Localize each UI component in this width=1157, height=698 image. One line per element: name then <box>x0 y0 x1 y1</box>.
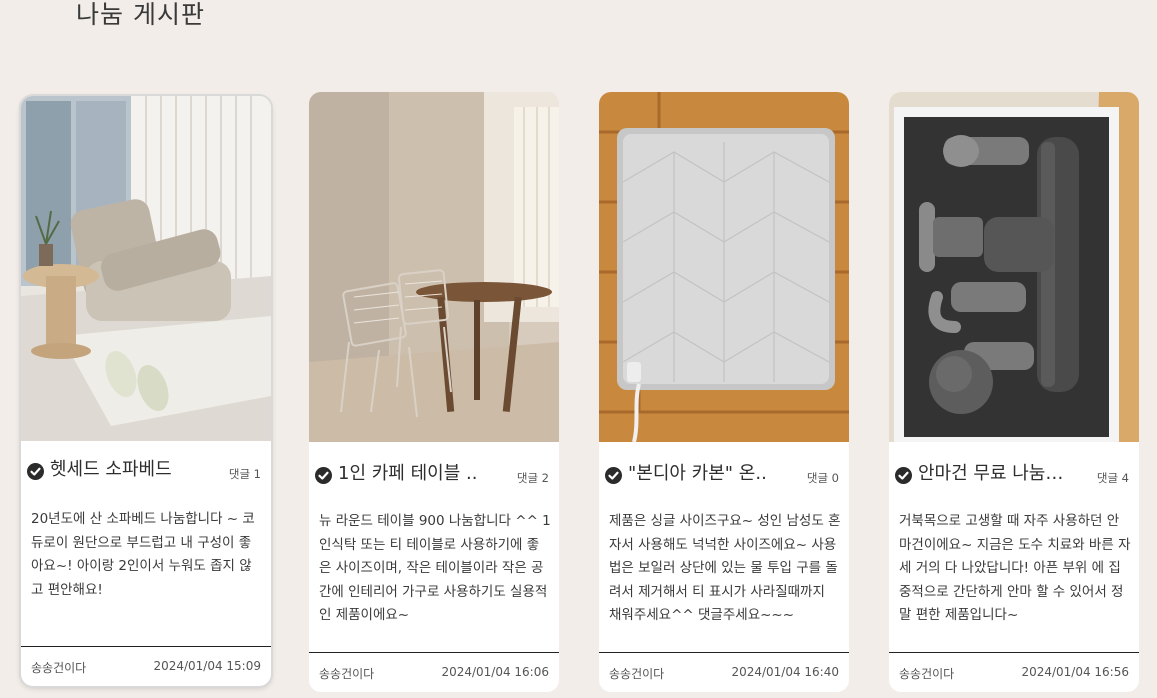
post-date: 2024/01/04 16:56 <box>1021 665 1129 679</box>
post-title[interactable]: 헷세드 소파베드 <box>50 458 200 482</box>
comment-count: 댓글 0 <box>806 471 839 485</box>
sofa-bed-photo[interactable] <box>21 96 271 441</box>
post-author: 송송건이다 <box>609 667 665 681</box>
divider <box>599 652 849 653</box>
comment-count: 댓글 1 <box>228 467 261 481</box>
post-grid: 헷세드 소파베드 댓글 1 20년도에 산 소파베드 나눔합니다 ~ 코듀로이 … <box>0 0 1157 698</box>
post-title[interactable]: 1인 카페 테이블 .. <box>338 462 488 486</box>
post-card[interactable]: 1인 카페 테이블 .. 댓글 2 뉴 라운드 테이블 900 나눔합니다 ^^… <box>309 92 559 692</box>
check-circle-icon <box>315 467 332 484</box>
post-title-row: 안마건 무료 나눔합.. 댓글 4 <box>889 460 1139 490</box>
divider <box>309 652 559 653</box>
post-card[interactable]: "본디아 카본" 온.. 댓글 0 제품은 싱글 사이즈구요~ 성인 남성도 혼… <box>599 92 849 692</box>
divider <box>21 646 271 647</box>
post-author: 송송건이다 <box>31 661 87 675</box>
post-body: 20년도에 산 소파베드 나눔합니다 ~ 코듀로이 원단으로 부드럽고 내 구성… <box>31 511 255 598</box>
massage-gun-photo[interactable] <box>889 92 1139 442</box>
post-title-row: 1인 카페 테이블 .. 댓글 2 <box>309 460 559 490</box>
post-card[interactable]: 헷세드 소파베드 댓글 1 20년도에 산 소파베드 나눔합니다 ~ 코듀로이 … <box>21 96 271 686</box>
comment-count: 댓글 4 <box>1096 471 1129 485</box>
comment-count: 댓글 2 <box>516 471 549 485</box>
post-body: 제품은 싱글 사이즈구요~ 성인 남성도 혼자서 사용해도 넉넉한 사이즈에요~… <box>609 513 841 623</box>
check-circle-icon <box>895 467 912 484</box>
post-date: 2024/01/04 16:06 <box>441 665 549 679</box>
post-body: 거북목으로 고생할 때 자주 사용하던 안마건이에요~ 지금은 도수 치료와 바… <box>899 513 1131 623</box>
post-title-row: 헷세드 소파베드 댓글 1 <box>21 456 271 486</box>
post-card[interactable]: 안마건 무료 나눔합.. 댓글 4 거북목으로 고생할 때 자주 사용하던 안마… <box>889 92 1139 692</box>
post-title[interactable]: "본디아 카본" 온.. <box>628 462 778 486</box>
cafe-table-photo[interactable] <box>309 92 559 442</box>
check-circle-icon <box>27 463 44 480</box>
post-author: 송송건이다 <box>899 667 955 681</box>
post-date: 2024/01/04 15:09 <box>153 659 261 673</box>
heating-mat-photo[interactable] <box>599 92 849 442</box>
divider <box>889 652 1139 653</box>
post-author: 송송건이다 <box>319 667 375 681</box>
post-body: 뉴 라운드 테이블 900 나눔합니다 ^^ 1인식탁 또는 티 테이블로 사용… <box>319 513 551 623</box>
check-circle-icon <box>605 467 622 484</box>
post-title[interactable]: 안마건 무료 나눔합.. <box>918 462 1068 486</box>
post-date: 2024/01/04 16:40 <box>731 665 839 679</box>
post-title-row: "본디아 카본" 온.. 댓글 0 <box>599 460 849 490</box>
